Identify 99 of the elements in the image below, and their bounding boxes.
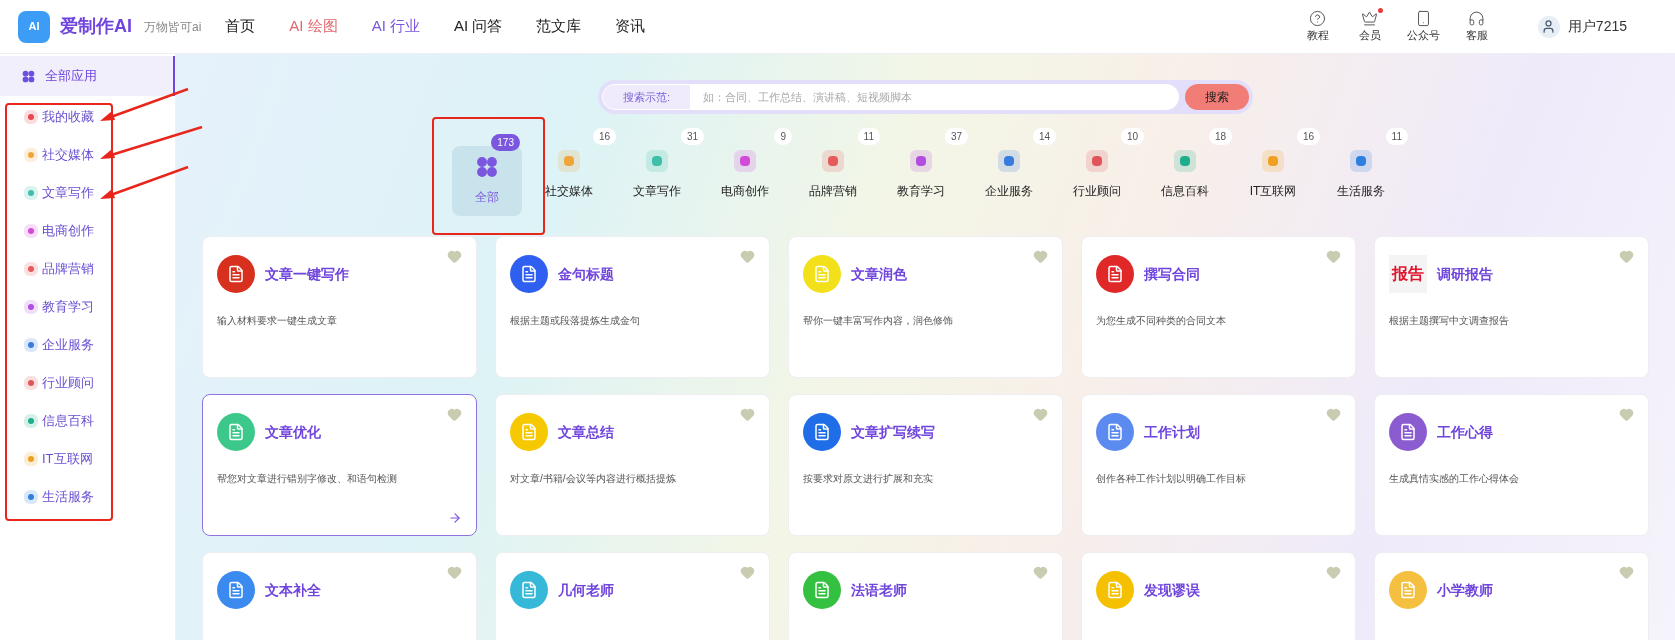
search-label: 搜索示范: — [602, 84, 692, 110]
headset-icon — [1468, 9, 1486, 27]
sidebar-item[interactable]: 我的收藏 — [0, 98, 175, 136]
sidebar-item[interactable]: 行业顾问 — [0, 364, 175, 402]
sidebar-item[interactable]: 全部应用 — [0, 56, 175, 96]
heart-icon[interactable] — [1326, 565, 1341, 580]
app-card[interactable]: 撰写合同 为您生成不同种类的合同文本 — [1081, 236, 1356, 378]
count-badge: 9 — [774, 128, 792, 145]
card-description: 输入材料要求一键生成文章 — [217, 314, 338, 328]
count-badge: 11 — [857, 128, 880, 145]
app-card[interactable]: 文章扩写续写 按要求对原文进行扩展和充实 — [788, 394, 1063, 536]
card-title: 发现谬误 — [1144, 580, 1200, 600]
card-title: 法语老师 — [851, 580, 907, 600]
card-title: 小学教师 — [1437, 580, 1493, 600]
heart-icon[interactable] — [447, 565, 462, 580]
heart-icon[interactable] — [447, 407, 462, 422]
category-tab[interactable]: 全部 — [452, 146, 522, 216]
brand-slogan: 万物皆可ai — [144, 18, 202, 36]
count-badge: 10 — [1120, 128, 1144, 145]
app-card[interactable]: 工作心得 生成真情实感的工作心得体会 — [1374, 394, 1649, 536]
help-icon — [1309, 9, 1327, 27]
card-description: 帮你一键丰富写作内容，润色修饰 — [803, 314, 954, 328]
heart-icon[interactable] — [1619, 249, 1634, 264]
app-card[interactable]: 几何老师 — [495, 552, 770, 640]
header-action-button[interactable]: 教程 — [1302, 9, 1333, 44]
heart-icon[interactable] — [447, 249, 462, 264]
card-description: 生成真情实感的工作心得体会 — [1389, 472, 1520, 486]
app-card[interactable]: 文章优化 帮您对文章进行错别字修改、和语句检测 — [202, 394, 477, 536]
card-title: 文本补全 — [265, 580, 321, 600]
nav-link[interactable]: AI 行业 — [371, 15, 421, 38]
card-title: 几何老师 — [558, 580, 614, 600]
card-title: 金句标题 — [558, 264, 614, 284]
card-title: 文章润色 — [851, 264, 907, 284]
user-name[interactable]: 用户7215 — [1567, 16, 1627, 37]
card-title: 撰写合同 — [1144, 264, 1200, 284]
search-button[interactable]: 搜索 — [1185, 84, 1249, 110]
card-title: 文章扩写续写 — [851, 422, 935, 442]
card-description: 根据主题撰写中文调查报告 — [1389, 314, 1510, 328]
sidebar-item[interactable]: 电商创作 — [0, 212, 175, 250]
heart-icon[interactable] — [1326, 407, 1341, 422]
heart-icon[interactable] — [1033, 407, 1048, 422]
app-card[interactable]: 文章总结 对文章/书籍/会议等内容进行概括提炼 — [495, 394, 770, 536]
sidebar-item[interactable]: 企业服务 — [0, 326, 175, 364]
nav-link[interactable]: 资讯 — [615, 15, 646, 38]
app-card[interactable]: 报告 调研报告 根据主题撰写中文调查报告 — [1374, 236, 1649, 378]
card-title: 调研报告 — [1437, 264, 1493, 284]
app-card[interactable]: 文章一键写作 输入材料要求一键生成文章 — [202, 236, 477, 378]
sidebar-item[interactable]: 品牌营销 — [0, 250, 175, 288]
sidebar-item[interactable]: IT互联网 — [0, 440, 175, 478]
header-action-button[interactable]: 会员 — [1354, 9, 1385, 44]
count-badge: 18 — [1208, 128, 1232, 145]
count-badge: 14 — [1032, 128, 1056, 145]
app-card[interactable]: 工作计划 创作各种工作计划以明确工作目标 — [1081, 394, 1356, 536]
heart-icon[interactable] — [1033, 565, 1048, 580]
nav-link[interactable]: 范文库 — [536, 15, 582, 38]
count-badge: 31 — [680, 128, 704, 145]
app-card[interactable]: 发现谬误 — [1081, 552, 1356, 640]
count-badge: 173 — [491, 134, 520, 151]
crown-icon — [1361, 9, 1379, 27]
app-card[interactable]: 小学教师 — [1374, 552, 1649, 640]
count-badge: 16 — [592, 128, 616, 145]
app-card[interactable]: 金句标题 根据主题或段落提炼生成金句 — [495, 236, 770, 378]
app-card[interactable]: 文本补全 — [202, 552, 477, 640]
sidebar-item[interactable]: 生活服务 — [0, 478, 175, 516]
header-action-button[interactable]: 客服 — [1461, 9, 1492, 44]
heart-icon[interactable] — [740, 249, 755, 264]
sidebar-item[interactable]: 文章写作 — [0, 174, 175, 212]
count-badge: 16 — [1296, 128, 1320, 145]
card-description: 根据主题或段落提炼生成金句 — [510, 314, 641, 328]
card-title: 文章优化 — [265, 422, 321, 442]
card-description: 创作各种工作计划以明确工作目标 — [1096, 472, 1247, 486]
search-field[interactable]: 如：合同、工作总结、演讲稿、短视频脚本 — [691, 84, 1179, 110]
card-description: 按要求对原文进行扩展和充实 — [803, 472, 934, 486]
card-title: 工作计划 — [1144, 422, 1200, 442]
nav-link[interactable]: AI 问答 — [454, 15, 503, 38]
app-card[interactable]: 法语老师 — [788, 552, 1063, 640]
card-description: 为您生成不同种类的合同文本 — [1096, 314, 1227, 328]
app-card[interactable]: 文章润色 帮你一键丰富写作内容，润色修饰 — [788, 236, 1063, 378]
heart-icon[interactable] — [740, 407, 755, 422]
heart-icon[interactable] — [1033, 249, 1048, 264]
count-badge: 37 — [944, 128, 968, 145]
card-title: 文章一键写作 — [265, 264, 349, 284]
avatar-icon[interactable] — [1537, 15, 1560, 38]
card-title: 文章总结 — [558, 422, 614, 442]
brand-name: 爱制作AI — [60, 15, 132, 38]
heart-icon[interactable] — [1326, 249, 1341, 264]
sidebar-item[interactable]: 信息百科 — [0, 402, 175, 440]
card-description: 帮您对文章进行错别字修改、和语句检测 — [217, 472, 398, 486]
sidebar-item[interactable]: 社交媒体 — [0, 136, 175, 174]
count-badge: 11 — [1385, 128, 1408, 145]
heart-icon[interactable] — [1619, 407, 1634, 422]
report-icon: 报告 — [1389, 255, 1427, 293]
header-action-button[interactable]: 公众号 — [1406, 9, 1440, 44]
nav-link[interactable]: 首页 — [225, 15, 256, 38]
card-description: 对文章/书籍/会议等内容进行概括提炼 — [510, 472, 677, 486]
heart-icon[interactable] — [740, 565, 755, 580]
heart-icon[interactable] — [1619, 565, 1634, 580]
sidebar-item[interactable]: 教育学习 — [0, 288, 175, 326]
card-title: 工作心得 — [1437, 422, 1493, 442]
